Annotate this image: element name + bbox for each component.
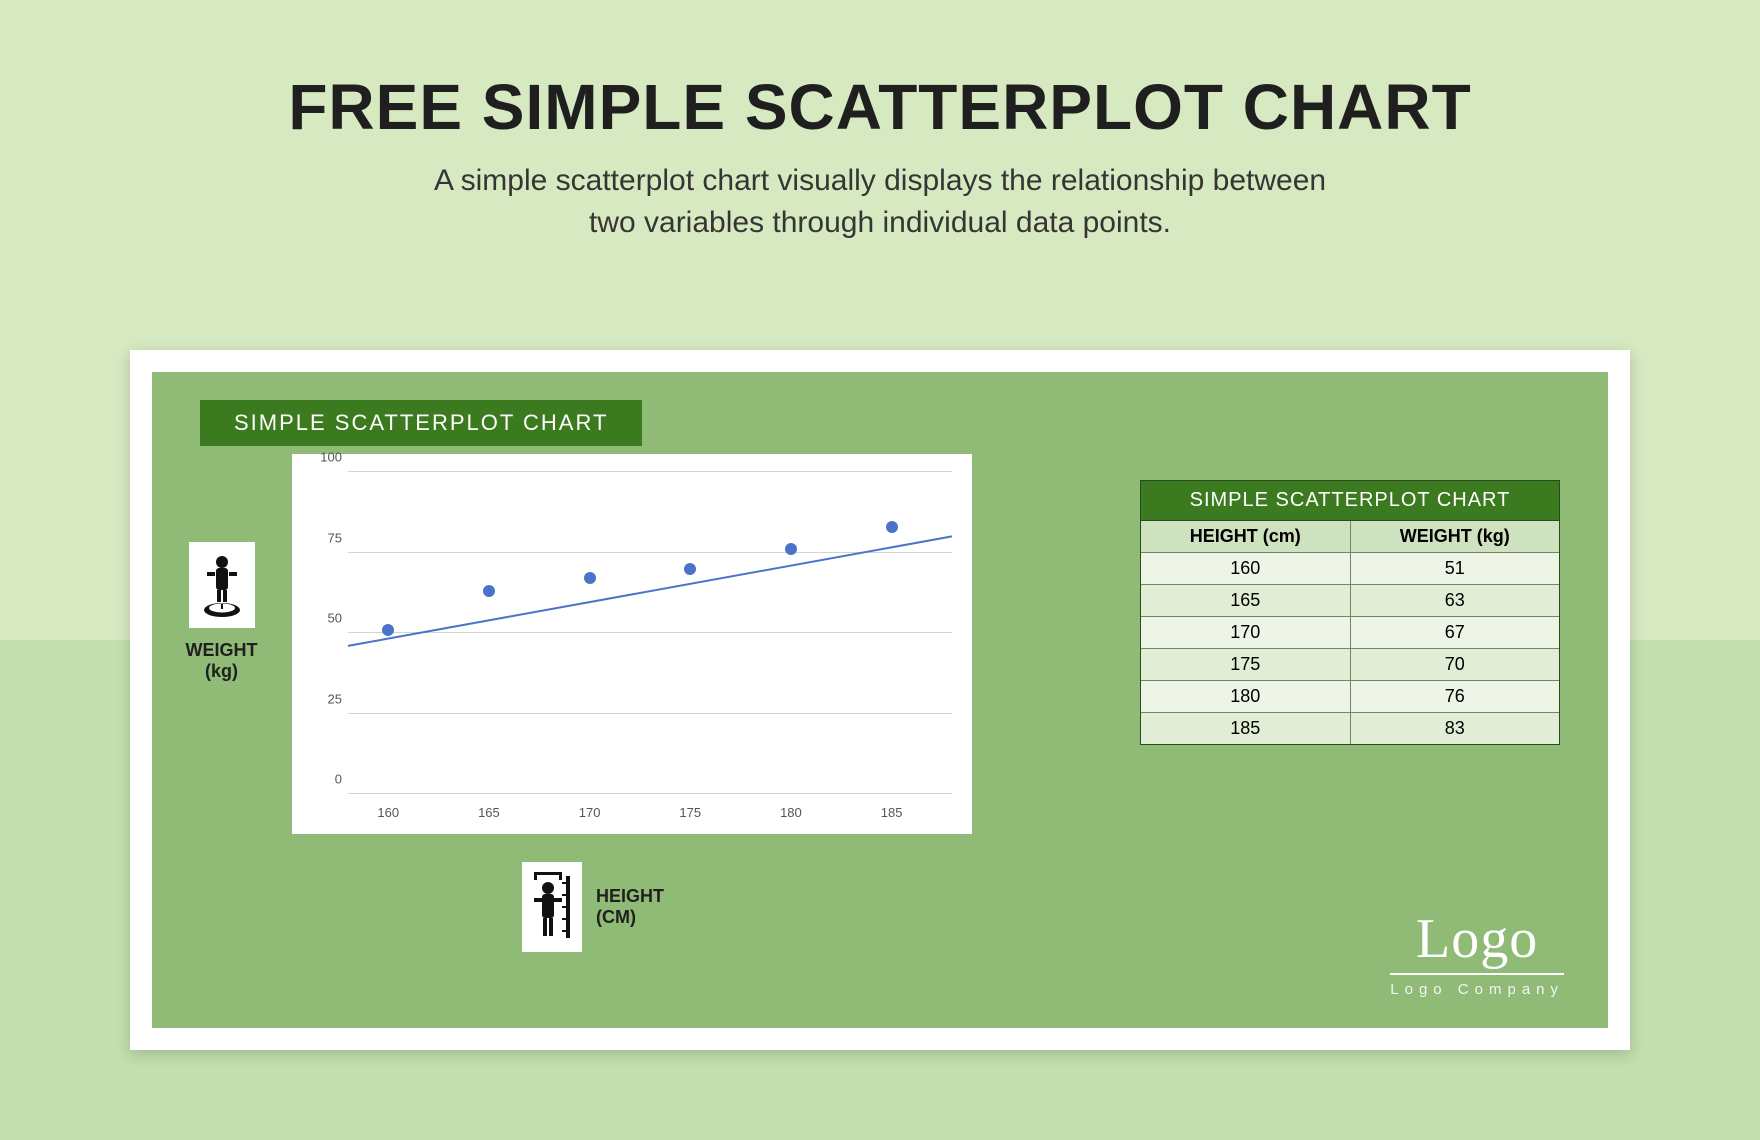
table-title: SIMPLE SCATTERPLOT CHART (1141, 481, 1559, 521)
chart-ribbon-title: SIMPLE SCATTERPLOT CHART (200, 400, 642, 446)
trend-line (348, 472, 952, 794)
cell-height: 165 (1141, 585, 1351, 617)
page-subtitle: A simple scatterplot chart visually disp… (0, 160, 1760, 244)
cell-weight: 70 (1351, 649, 1560, 681)
x-axis-label-text-2: (CM) (596, 907, 664, 928)
page-title: FREE SIMPLE SCATTERPLOT CHART (0, 70, 1760, 144)
data-point (684, 563, 696, 575)
x-axis-label-block: HEIGHT (CM) (522, 862, 664, 952)
cell-weight: 51 (1351, 553, 1560, 585)
cell-height: 160 (1141, 553, 1351, 585)
data-point (584, 572, 596, 584)
cell-height: 170 (1141, 617, 1351, 649)
table-row: 16563 (1141, 585, 1559, 617)
table-row: 17570 (1141, 649, 1559, 681)
chart-card: SIMPLE SCATTERPLOT CHART WEIGHT (kg) (130, 350, 1630, 1050)
cell-weight: 63 (1351, 585, 1560, 617)
x-axis-label-text-1: HEIGHT (596, 886, 664, 907)
cell-weight: 83 (1351, 713, 1560, 744)
col-header-height: HEIGHT (cm) (1141, 521, 1351, 553)
data-point (483, 585, 495, 597)
table-header-row: HEIGHT (cm) WEIGHT (kg) (1141, 521, 1559, 553)
col-header-weight: WEIGHT (kg) (1351, 521, 1560, 553)
table-row: 18583 (1141, 713, 1559, 744)
x-tick-label: 170 (579, 805, 601, 820)
y-axis-label-block: WEIGHT (kg) (174, 542, 269, 682)
x-tick-label: 165 (478, 805, 500, 820)
x-tick-label: 180 (780, 805, 802, 820)
y-tick-label: 25 (304, 691, 342, 706)
data-point (886, 521, 898, 533)
data-point (785, 543, 797, 555)
logo-wordmark: Logo (1390, 911, 1564, 967)
data-table: SIMPLE SCATTERPLOT CHART HEIGHT (cm) WEI… (1140, 480, 1560, 745)
scatter-plot: 0255075100160165170175180185 (292, 454, 972, 834)
y-axis-label-text-2: (kg) (174, 661, 269, 682)
y-tick-label: 50 (304, 611, 342, 626)
height-measure-icon (522, 862, 582, 952)
cell-weight: 76 (1351, 681, 1560, 713)
table-row: 18076 (1141, 681, 1559, 713)
table-row: 17067 (1141, 617, 1559, 649)
sub-line-1: A simple scatterplot chart visually disp… (434, 164, 1326, 197)
cell-height: 180 (1141, 681, 1351, 713)
logo-tagline: Logo Company (1390, 981, 1564, 998)
cell-weight: 67 (1351, 617, 1560, 649)
y-axis-label-text-1: WEIGHT (174, 640, 269, 661)
y-tick-label: 0 (304, 772, 342, 787)
scale-icon (189, 542, 255, 628)
cell-height: 175 (1141, 649, 1351, 681)
y-tick-label: 100 (304, 450, 342, 465)
table-row: 16051 (1141, 553, 1559, 585)
cell-height: 185 (1141, 713, 1351, 744)
sub-line-2: two variables through individual data po… (589, 206, 1171, 239)
company-logo: Logo Logo Company (1390, 911, 1564, 998)
x-tick-label: 160 (377, 805, 399, 820)
x-tick-label: 185 (881, 805, 903, 820)
logo-divider (1390, 973, 1564, 975)
x-tick-label: 175 (679, 805, 701, 820)
data-point (382, 624, 394, 636)
y-tick-label: 75 (304, 530, 342, 545)
